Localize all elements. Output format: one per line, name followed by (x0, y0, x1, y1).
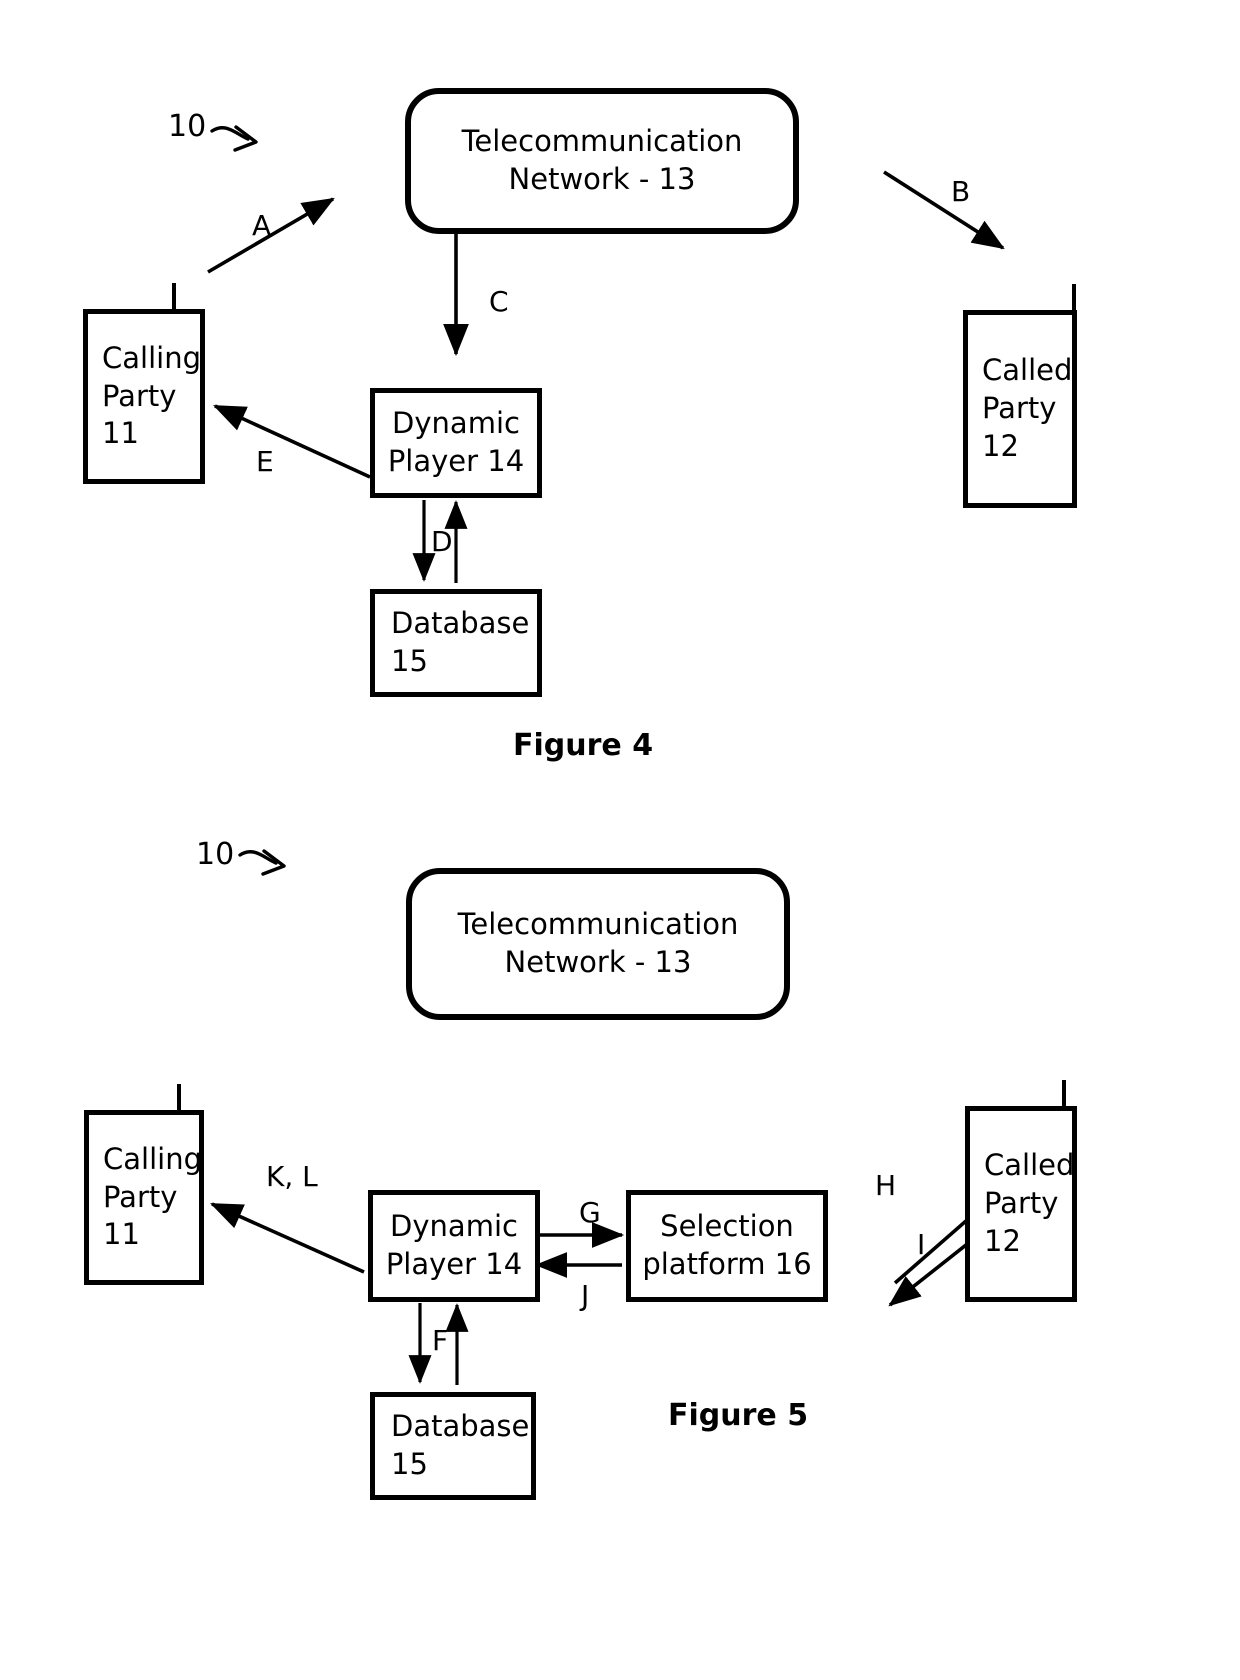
fig4-arrow-label-a: A (252, 209, 272, 242)
fig4-arrow-b (883, 170, 1005, 250)
fig5-ref-pointer (238, 850, 278, 865)
fig4-network-line2: Network - 13 (508, 162, 696, 196)
fig4-called-party-antenna (1072, 284, 1076, 313)
fig4-called-party-line2: Party (982, 391, 1057, 426)
fig5-arrow-label-j: J (581, 1279, 590, 1312)
fig4-dynamic-player-line2: Player 14 (387, 444, 525, 478)
fig4-called-party-line3: 12 (982, 428, 1019, 463)
fig4-arrow-label-d: D (431, 525, 453, 558)
fig4-arrow-label-b: B (951, 175, 971, 208)
fig4-calling-party-antenna (172, 283, 176, 312)
fig5-network-line2: Network - 13 (504, 945, 692, 979)
fig5-database-box: Database 15 (370, 1392, 536, 1500)
fig5-selection-platform-box: Selection platform 16 (626, 1190, 828, 1302)
fig4-ref-pointer (210, 126, 250, 141)
fig5-called-party-box: Called Party 12 (965, 1106, 1077, 1302)
figure-sheet: 10 Telecommunication Network - 13 Callin… (0, 0, 1240, 1680)
fig4-called-party-box: Called Party 12 (963, 310, 1077, 508)
fig4-database-line2: 15 (391, 644, 428, 678)
fig5-selection-platform-line1: Selection (660, 1209, 794, 1244)
fig5-telecommunication-network-box: Telecommunication Network - 13 (406, 868, 790, 1020)
fig5-arrow-label-kl: K, L (266, 1160, 318, 1193)
fig5-calling-party-line1: Calling (103, 1141, 202, 1176)
fig4-called-party-line1: Called (982, 353, 1073, 388)
fig4-caption: Figure 4 (513, 728, 654, 763)
fig5-called-party-line3: 12 (984, 1223, 1021, 1258)
fig4-calling-party-line3: 11 (102, 416, 139, 451)
fig5-ref-pointer-head (261, 849, 286, 876)
fig4-calling-party-box: Calling Party 11 (83, 309, 205, 484)
connector-layer (207, 125, 1032, 1385)
fig5-dynamic-player-box: Dynamic Player 14 (368, 1190, 540, 1302)
fig5-called-party-line1: Called (984, 1148, 1075, 1183)
fig5-selection-platform-line2: platform 16 (642, 1247, 812, 1281)
fig4-ref-pointer-head (233, 125, 258, 152)
fig5-network-line1: Telecommunication (457, 907, 739, 942)
fig5-arrow-label-i: I (917, 1228, 926, 1261)
fig4-database-box: Database 15 (370, 589, 542, 697)
fig5-arrow-kl (210, 1202, 365, 1274)
fig5-dynamic-player-line1: Dynamic (390, 1209, 518, 1244)
fig4-arrow-label-e: E (256, 445, 274, 478)
fig5-caption: Figure 5 (668, 1398, 809, 1433)
fig4-database-line1: Database (391, 606, 530, 641)
fig4-calling-party-line2: Party (102, 378, 177, 413)
fig5-calling-party-box: Calling Party 11 (84, 1110, 204, 1285)
fig5-called-party-antenna (1062, 1080, 1066, 1108)
fig5-arrow-label-f: F (432, 1324, 449, 1357)
fig5-database-line2: 15 (391, 1447, 428, 1481)
fig4-dynamic-player-line1: Dynamic (392, 406, 520, 441)
fig5-arrow-label-g: G (579, 1196, 601, 1229)
fig5-arrow-label-h: H (875, 1169, 897, 1202)
fig5-system-reference: 10 (196, 837, 235, 872)
fig4-arrow-e (213, 404, 371, 479)
fig5-called-party-line2: Party (984, 1186, 1059, 1221)
fig4-calling-party-line1: Calling (102, 340, 201, 375)
fig5-calling-party-line2: Party (103, 1179, 178, 1214)
fig5-dynamic-player-line2: Player 14 (385, 1247, 523, 1281)
fig5-calling-party-antenna (177, 1084, 181, 1112)
fig4-arrow-label-c: C (489, 285, 509, 318)
fig5-database-line1: Database (391, 1409, 530, 1444)
fig5-calling-party-line3: 11 (103, 1217, 140, 1252)
fig4-dynamic-player-box: Dynamic Player 14 (370, 388, 542, 498)
fig4-system-reference: 10 (168, 109, 207, 144)
fig4-network-line1: Telecommunication (461, 124, 743, 159)
fig4-telecommunication-network-box: Telecommunication Network - 13 (405, 88, 799, 234)
